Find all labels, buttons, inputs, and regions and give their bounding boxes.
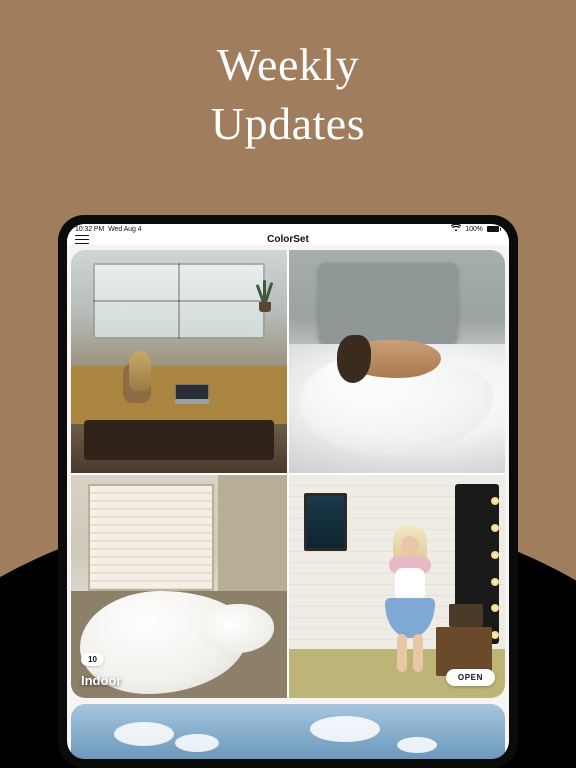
- content-scroll[interactable]: 10 Indoor OPEN: [67, 246, 509, 759]
- preview-grid: [71, 250, 505, 698]
- wifi-icon: [451, 224, 461, 234]
- battery-icon: [487, 226, 501, 232]
- promo-stage: Weekly Updates 10:32 PM Wed Aug 4 100%: [0, 0, 576, 768]
- headline-line-1: Weekly: [0, 36, 576, 95]
- preview-tile: [71, 475, 287, 698]
- preset-count-badge: 10: [81, 653, 104, 666]
- open-button[interactable]: OPEN: [446, 669, 495, 686]
- app-title: ColorSet: [267, 234, 309, 245]
- status-date: Wed Aug 4: [108, 226, 141, 233]
- app-screen: 10:32 PM Wed Aug 4 100% C: [67, 224, 509, 759]
- promo-headline: Weekly Updates: [0, 36, 576, 154]
- preview-tile: [289, 475, 505, 698]
- preview-tile: [71, 250, 287, 473]
- menu-icon[interactable]: [75, 235, 89, 245]
- battery-percent: 100%: [465, 226, 483, 233]
- status-bar: 10:32 PM Wed Aug 4 100%: [67, 224, 509, 234]
- tablet-frame: 10:32 PM Wed Aug 4 100% C: [58, 215, 518, 768]
- collection-card[interactable]: 10 Indoor OPEN: [71, 250, 505, 698]
- nav-bar: ColorSet: [67, 234, 509, 246]
- tablet-bezel: 10:32 PM Wed Aug 4 100% C: [67, 224, 509, 759]
- status-time: 10:32 PM: [75, 226, 104, 233]
- preview-tile: [289, 250, 505, 473]
- headline-line-2: Updates: [0, 95, 576, 154]
- collection-card[interactable]: [71, 704, 505, 759]
- collection-title: Indoor: [81, 673, 121, 688]
